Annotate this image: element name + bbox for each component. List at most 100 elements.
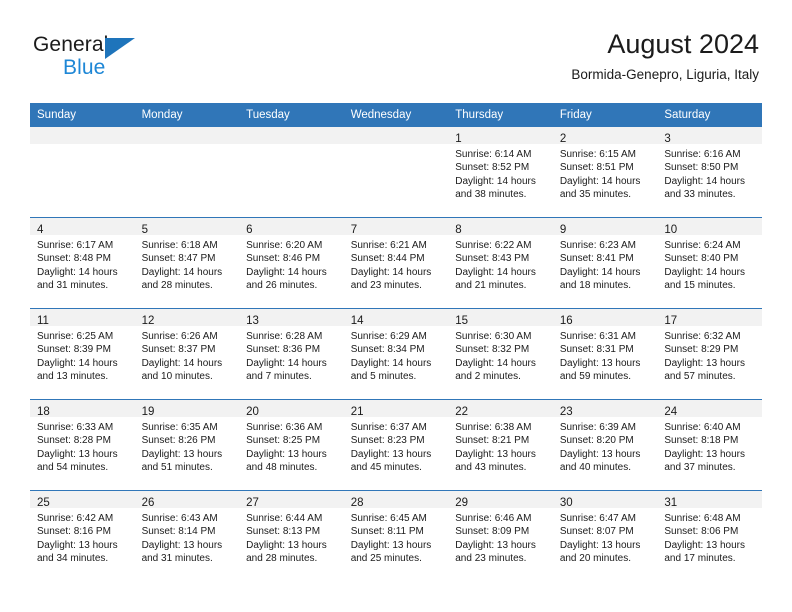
sunrise-time-line: Sunrise: 6:21 AM — [350, 240, 427, 251]
day-number: 17 — [664, 315, 678, 327]
day-number: 6 — [246, 224, 253, 236]
sunrise-time-line: Sunrise: 6:14 AM — [455, 149, 532, 160]
sunrise-time-line: Sunrise: 6:28 AM — [246, 331, 323, 342]
day-detail-block: Sunrise: 6:45 AM Sunset: 8:11 PM Daylight:… — [344, 508, 449, 566]
day-number-band-empty — [134, 127, 240, 144]
day-number-band: 16 — [552, 309, 658, 327]
daylight-duration-line-continued: and 18 minutes. — [559, 280, 631, 292]
daylight-duration-line-continued: and 21 minutes. — [455, 280, 527, 292]
daylight-duration-line-continued: and 51 minutes. — [141, 462, 213, 474]
calendar-day-cell[interactable]: 28 Sunrise: 6:45 AM Sunset: 8:11 PM Dayligh… — [343, 490, 449, 581]
daylight-duration-line-continued: and 25 minutes. — [350, 553, 422, 565]
daylight-duration-line-continued: and 23 minutes. — [350, 280, 422, 292]
day-detail-block: Sunrise: 6:25 AM Sunset: 8:39 PM Daylight:… — [30, 326, 135, 384]
sunrise-time-line: Sunrise: 6:17 AM — [37, 240, 114, 251]
calendar-day-cell[interactable]: 10 Sunrise: 6:24 AM Sunset: 8:40 PM Dayligh… — [657, 217, 762, 309]
day-number-band: 26 — [134, 491, 240, 509]
day-number: 9 — [559, 224, 567, 236]
daylight-duration-line: Daylight: 13 hours — [350, 539, 432, 551]
logo-text-general: General — [33, 33, 109, 56]
sunrise-time-line: Sunrise: 6:40 AM — [664, 422, 741, 433]
calendar-day-cell[interactable]: 1 Sunrise: 6:14 AM Sunset: 8:52 PM Daylight… — [448, 126, 553, 218]
sunrise-time-line: Sunrise: 6:29 AM — [350, 331, 427, 342]
daylight-duration-line: Daylight: 13 hours — [455, 539, 536, 551]
calendar-day-cell[interactable]: 22 Sunrise: 6:38 AM Sunset: 8:21 PM Dayligh… — [448, 399, 553, 491]
calendar-day-cell[interactable]: 30 Sunrise: 6:47 AM Sunset: 8:07 PM Dayligh… — [552, 490, 658, 581]
sunset-time-line: Sunset: 8:23 PM — [350, 435, 425, 447]
daylight-duration-line: Daylight: 14 hours — [141, 266, 223, 278]
day-number-band: 3 — [657, 127, 762, 145]
general-blue-logo[interactable]: General Blue — [33, 33, 203, 83]
day-number-band-empty — [343, 127, 449, 144]
calendar-day-cell[interactable]: 3 Sunrise: 6:16 AM Sunset: 8:50 PM Daylight… — [657, 126, 762, 218]
day-detail-block: Sunrise: 6:29 AM Sunset: 8:34 PM Daylight:… — [344, 326, 449, 384]
day-number: 4 — [37, 224, 44, 236]
daylight-duration-line-continued: and 10 minutes. — [141, 371, 213, 383]
calendar-day-cell[interactable]: 12 Sunrise: 6:26 AM Sunset: 8:37 PM Dayligh… — [134, 308, 240, 400]
day-number: 18 — [37, 406, 50, 418]
calendar-day-cell[interactable]: 31 Sunrise: 6:48 AM Sunset: 8:06 PM Dayligh… — [657, 490, 762, 581]
sunset-time-line: Sunset: 8:16 PM — [37, 526, 111, 538]
daylight-duration-line-continued: and 34 minutes. — [37, 553, 109, 565]
calendar-day-cell[interactable]: 25 Sunrise: 6:42 AM Sunset: 8:16 PM Dayligh… — [30, 490, 135, 581]
day-number: 10 — [664, 224, 678, 236]
calendar-day-cell[interactable]: 7 Sunrise: 6:21 AM Sunset: 8:44 PM Daylight… — [343, 217, 449, 309]
calendar-day-cell[interactable]: 9 Sunrise: 6:23 AM Sunset: 8:41 PM Daylight… — [552, 217, 658, 309]
calendar-body: 1 Sunrise: 6:14 AM Sunset: 8:52 PM Daylight… — [30, 126, 762, 581]
daylight-duration-line-continued: and 59 minutes. — [559, 371, 631, 383]
day-number: 5 — [141, 224, 148, 236]
sunset-time-line: Sunset: 8:21 PM — [455, 435, 530, 447]
day-detail-block: Sunrise: 6:28 AM Sunset: 8:36 PM Daylight:… — [239, 326, 344, 384]
sunrise-time-line: Sunrise: 6:43 AM — [141, 513, 218, 524]
weekday-header-row: Sunday Monday Tuesday Wednesday Thursday… — [30, 103, 762, 127]
day-number: 28 — [350, 497, 364, 509]
sunrise-time-line: Sunrise: 6:35 AM — [141, 422, 218, 433]
daylight-duration-line: Daylight: 14 hours — [664, 266, 745, 278]
calendar-day-cell[interactable]: 24 Sunrise: 6:40 AM Sunset: 8:18 PM Dayligh… — [657, 399, 762, 491]
calendar-day-cell[interactable]: 16 Sunrise: 6:31 AM Sunset: 8:31 PM Dayligh… — [552, 308, 658, 400]
calendar-day-cell[interactable]: 4 Sunrise: 6:17 AM Sunset: 8:48 PM Daylight… — [30, 217, 135, 309]
calendar-day-cell[interactable]: 2 Sunrise: 6:15 AM Sunset: 8:51 PM Daylight… — [552, 126, 658, 218]
calendar-day-cell[interactable]: 6 Sunrise: 6:20 AM Sunset: 8:46 PM Daylight… — [239, 217, 344, 309]
calendar-day-cell[interactable]: 18 Sunrise: 6:33 AM Sunset: 8:28 PM Dayligh… — [30, 399, 135, 491]
daylight-duration-line-continued: and 20 minutes. — [559, 553, 631, 565]
day-number-band: 22 — [448, 400, 553, 418]
day-detail-block: Sunrise: 6:16 AM Sunset: 8:50 PM Daylight:… — [657, 144, 762, 202]
daylight-duration-line: Daylight: 14 hours — [559, 266, 641, 278]
calendar-week-row: 4 Sunrise: 6:17 AM Sunset: 8:48 PM Daylight… — [30, 217, 762, 309]
calendar-day-cell[interactable]: 13 Sunrise: 6:28 AM Sunset: 8:36 PM Dayligh… — [239, 308, 344, 400]
calendar-day-cell[interactable]: 14 Sunrise: 6:29 AM Sunset: 8:34 PM Dayligh… — [343, 308, 449, 400]
sunset-time-line: Sunset: 8:43 PM — [455, 253, 530, 265]
sunrise-time-line: Sunrise: 6:31 AM — [559, 331, 636, 342]
page-title: August 2024 — [607, 29, 759, 59]
day-detail-block: Sunrise: 6:48 AM Sunset: 8:06 PM Daylight:… — [657, 508, 762, 566]
daylight-duration-line-continued: and 28 minutes. — [246, 553, 318, 565]
calendar-day-cell[interactable]: 20 Sunrise: 6:36 AM Sunset: 8:25 PM Dayligh… — [239, 399, 344, 491]
sunset-time-line: Sunset: 8:06 PM — [664, 526, 739, 538]
day-number-band: 17 — [657, 309, 762, 327]
daylight-duration-line: Daylight: 13 hours — [559, 448, 641, 460]
calendar-day-cell[interactable]: 23 Sunrise: 6:39 AM Sunset: 8:20 PM Dayligh… — [552, 399, 658, 491]
daylight-duration-line: Daylight: 14 hours — [455, 357, 536, 369]
calendar-day-cell[interactable]: 26 Sunrise: 6:43 AM Sunset: 8:14 PM Dayligh… — [134, 490, 240, 581]
daylight-duration-line-continued: and 17 minutes. — [664, 553, 736, 565]
daylight-duration-line-continued: and 57 minutes. — [664, 371, 736, 383]
calendar-day-cell[interactable]: 19 Sunrise: 6:35 AM Sunset: 8:26 PM Dayligh… — [134, 399, 240, 491]
daylight-duration-line: Daylight: 14 hours — [37, 266, 118, 278]
day-number: 15 — [455, 315, 469, 327]
sunset-time-line: Sunset: 8:37 PM — [141, 344, 216, 356]
calendar-page: General Blue August 2024 Bormida-Genepro… — [0, 0, 792, 612]
calendar-day-cell[interactable]: 17 Sunrise: 6:32 AM Sunset: 8:29 PM Dayligh… — [657, 308, 762, 400]
calendar-day-cell[interactable]: 29 Sunrise: 6:46 AM Sunset: 8:09 PM Dayligh… — [448, 490, 553, 581]
day-number: 30 — [559, 497, 573, 509]
daylight-duration-line-continued: and 38 minutes. — [455, 189, 527, 201]
sunset-time-line: Sunset: 8:36 PM — [246, 344, 321, 356]
daylight-duration-line: Daylight: 13 hours — [141, 539, 223, 551]
calendar-day-cell[interactable]: 8 Sunrise: 6:22 AM Sunset: 8:43 PM Daylight… — [448, 217, 553, 309]
calendar-day-cell[interactable]: 15 Sunrise: 6:30 AM Sunset: 8:32 PM Dayligh… — [448, 308, 553, 400]
calendar-day-cell[interactable]: 5 Sunrise: 6:18 AM Sunset: 8:47 PM Daylight… — [134, 217, 240, 309]
calendar-day-cell[interactable]: 21 Sunrise: 6:37 AM Sunset: 8:23 PM Dayligh… — [343, 399, 449, 491]
calendar-day-cell[interactable]: 27 Sunrise: 6:44 AM Sunset: 8:13 PM Dayligh… — [239, 490, 344, 581]
sunrise-time-line: Sunrise: 6:44 AM — [246, 513, 323, 524]
calendar-day-cell[interactable]: 11 Sunrise: 6:25 AM Sunset: 8:39 PM Dayligh… — [30, 308, 135, 400]
